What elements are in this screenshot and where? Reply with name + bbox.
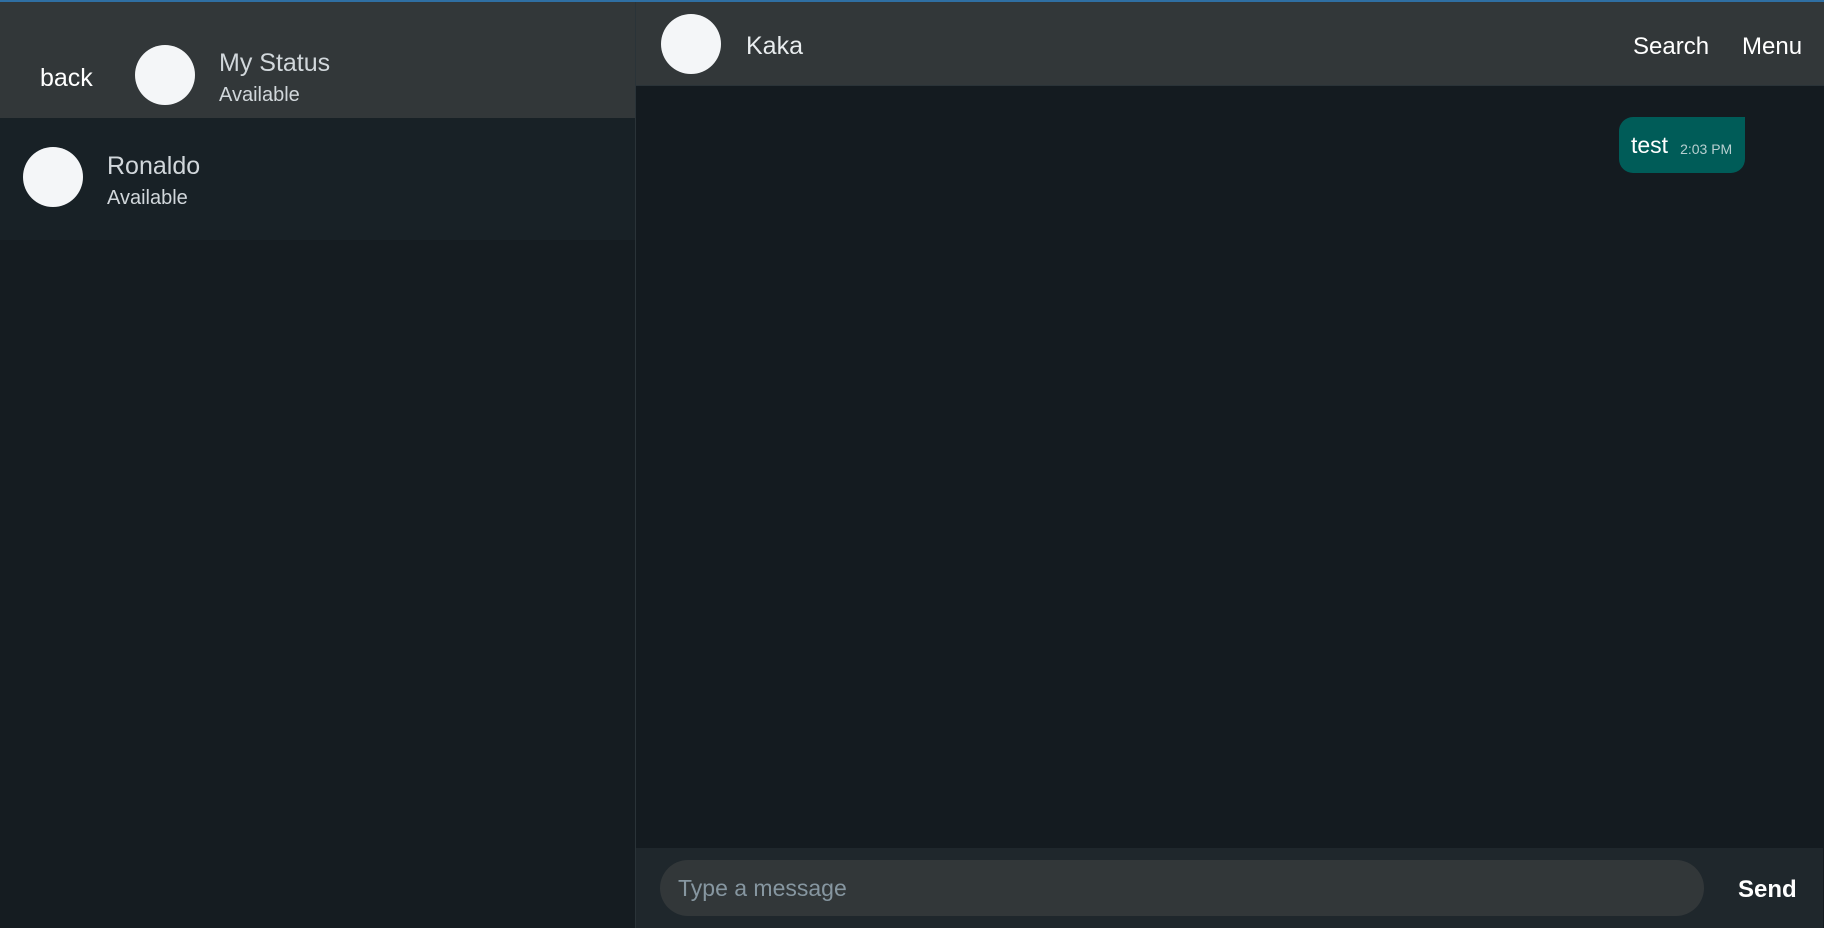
- chat-app: back My Status Available Ronaldo Availab…: [0, 2, 1824, 928]
- chat-contact-name: Kaka: [746, 32, 803, 60]
- contact-list-item[interactable]: Ronaldo Available: [0, 118, 635, 240]
- search-button[interactable]: Search: [1633, 33, 1709, 61]
- chat-header: Kaka Search Menu: [636, 2, 1824, 86]
- send-button[interactable]: Send: [1738, 876, 1797, 904]
- message-list: test 2:03 PM: [636, 87, 1823, 850]
- sidebar-header: back My Status Available: [0, 2, 635, 118]
- contact-name: Ronaldo: [107, 152, 201, 180]
- contact-avatar: [23, 147, 83, 207]
- chat-panel: Kaka Search Menu test 2:03 PM Send: [636, 2, 1824, 928]
- message-input[interactable]: [660, 860, 1704, 916]
- my-status-text: Available: [219, 84, 300, 106]
- back-button[interactable]: back: [40, 64, 93, 93]
- my-status-title: My Status: [219, 49, 331, 77]
- my-avatar[interactable]: [135, 45, 195, 105]
- contact-status: Available: [107, 187, 188, 209]
- message-time: 2:03 PM: [1680, 141, 1733, 157]
- chat-contact-avatar[interactable]: [661, 14, 721, 74]
- menu-button[interactable]: Menu: [1742, 33, 1802, 61]
- message-composer: Send: [636, 848, 1823, 928]
- message-text: test: [1631, 131, 1669, 158]
- outgoing-message-bubble: test 2:03 PM: [1619, 117, 1745, 173]
- sidebar: back My Status Available Ronaldo Availab…: [0, 2, 636, 928]
